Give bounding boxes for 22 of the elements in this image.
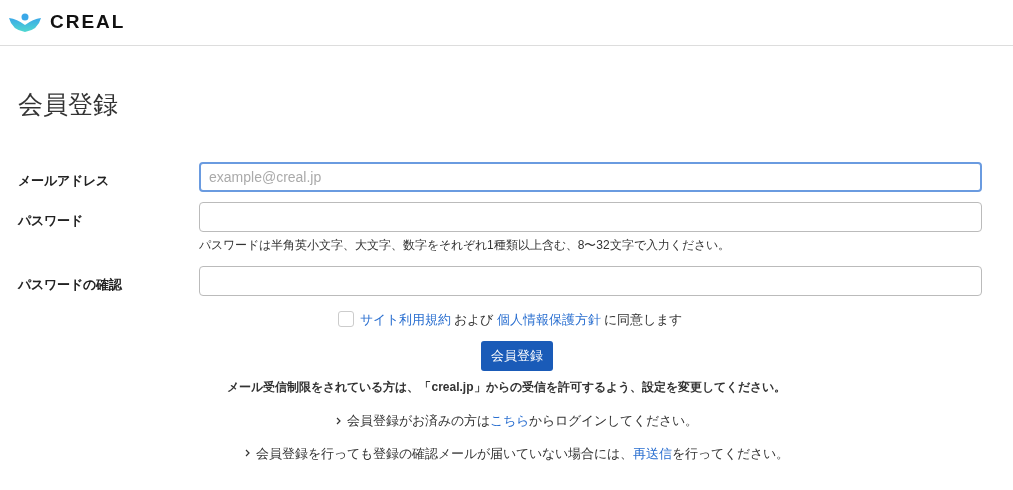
field-label: メールアドレス: [18, 171, 110, 190]
link[interactable]: サイト利用規約: [359, 311, 451, 327]
register-button[interactable]: 会員登録: [480, 341, 553, 371]
note-text: 会員登録を行っても登録の確認メールが届いていない場合には、再送信を行ってください。: [255, 444, 789, 463]
input-field[interactable]: [199, 201, 982, 232]
chevron-icon: [335, 416, 341, 425]
field-label: パスワード: [18, 211, 84, 230]
agreement-text: サイト利用規約 および 個人情報保護方針 に同意します: [359, 310, 683, 329]
logo-icon: [8, 12, 42, 33]
field-label: パスワードの確認: [18, 275, 123, 294]
page-title: 会員登録: [18, 89, 119, 120]
input-field[interactable]: [199, 265, 982, 296]
note-text: 会員登録がお済みの方はこちらからログインしてください。: [346, 412, 698, 430]
link[interactable]: こちら: [489, 413, 529, 428]
link[interactable]: 個人情報保護方針: [496, 311, 601, 327]
link[interactable]: 再送信: [632, 445, 672, 461]
chevron-icon: [244, 449, 250, 458]
input-field[interactable]: example@creal.jp: [199, 161, 982, 192]
checkbox[interactable]: [337, 311, 354, 328]
logo-text: CREAL: [50, 10, 126, 35]
hint-text: パスワードは半角英小文字、大文字、数字をそれぞれ1種類以上含む、8〜32文字で入力ください。: [199, 236, 731, 254]
notice-text: メール受信制限をされている方は、「creal.jp」からの受信を許可するよう、設定を変更してください。: [226, 379, 787, 395]
